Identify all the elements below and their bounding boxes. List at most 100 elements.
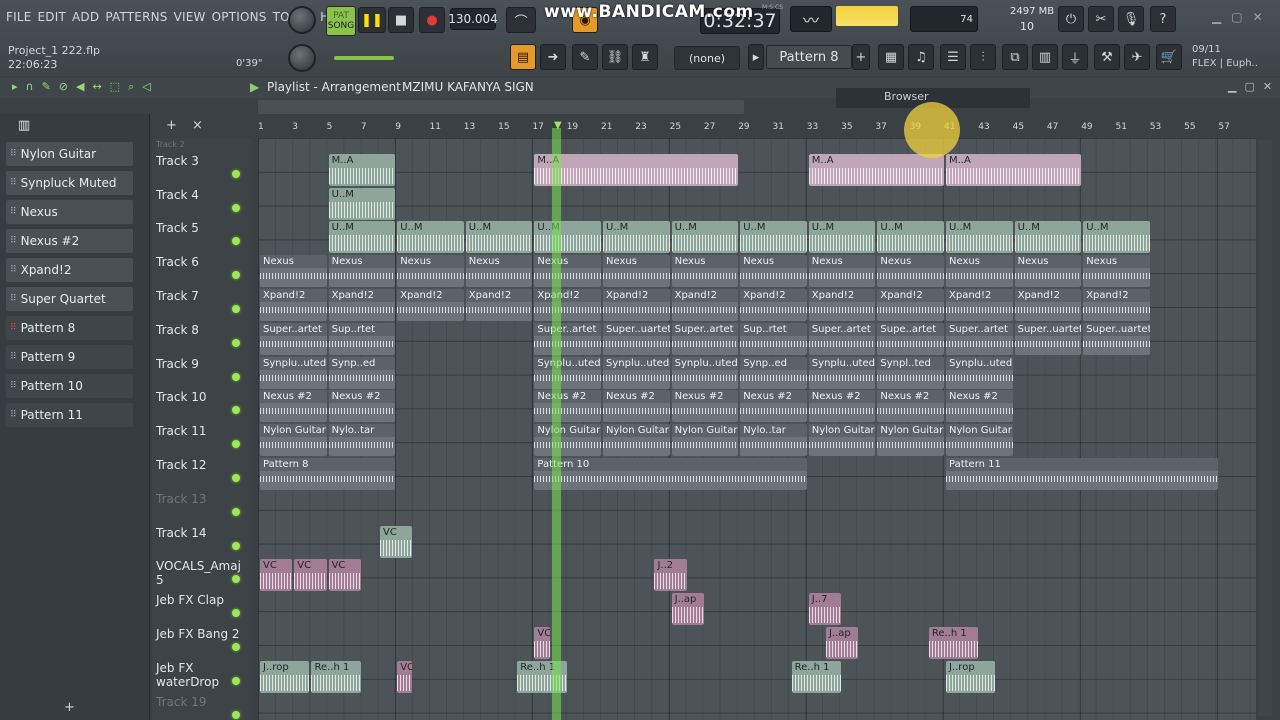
pattern-clip[interactable]: Super..artet [534, 322, 601, 355]
channel-item[interactable]: ⠿ Pattern 11 [6, 403, 133, 427]
audio-clip[interactable]: U..M [1014, 221, 1082, 254]
track-mute-led[interactable] [232, 507, 240, 516]
playhead-marker-icon[interactable]: ▼ [554, 120, 562, 131]
pattern-clip[interactable]: Super..uartet [1083, 322, 1150, 355]
audio-clip[interactable]: J..ap [825, 627, 859, 659]
pattern-clip[interactable]: Nexus [465, 255, 533, 288]
audio-clip[interactable]: Re..h 1 [311, 660, 361, 693]
audio-clip[interactable]: U..M [808, 221, 876, 254]
audio-clip[interactable]: U..M [397, 221, 464, 254]
track-mute-led[interactable] [232, 237, 240, 246]
audio-clip[interactable]: VC [328, 559, 361, 592]
pattern-clip[interactable]: Sup..rtet [328, 322, 396, 355]
flex-label[interactable]: FLEX | Euph.. [1192, 58, 1258, 69]
track-mute-led[interactable] [232, 474, 240, 482]
menu-options[interactable]: OPTIONS [212, 10, 267, 28]
track-mute-led[interactable] [232, 440, 240, 449]
pattern-clip[interactable]: Nexus #2 [946, 390, 1013, 423]
playlist-window-controls[interactable]: ▁▢✕ [1228, 80, 1280, 93]
pattern-clip[interactable]: Nexus #2 [603, 390, 670, 423]
track-header[interactable]: Track 9 [152, 353, 248, 387]
metronome-icon[interactable]: ⌒ [506, 7, 536, 33]
channel-item[interactable]: ⠿ Nexus [6, 200, 133, 224]
online-icon[interactable]: ⏻ [1058, 6, 1084, 32]
pattern-clip[interactable]: Nylon Guitar [603, 424, 670, 457]
track-mute-led[interactable] [232, 710, 240, 719]
brush-icon[interactable]: ✎ [572, 44, 598, 70]
vertical-scrollbar[interactable] [1258, 140, 1272, 716]
pattern-clip[interactable]: Synp..ed [740, 356, 807, 389]
stamp-icon[interactable]: ♜ [632, 44, 658, 70]
audio-clip[interactable]: M..A [534, 153, 739, 186]
audio-clip[interactable]: J..2 [654, 559, 687, 592]
audio-clip[interactable]: U..M [328, 187, 396, 220]
wrench-icon[interactable]: ⚒ [1094, 44, 1120, 70]
track-mute-led[interactable] [232, 676, 240, 685]
snap-selector[interactable]: (none) [674, 46, 740, 70]
pattern-clip[interactable]: Synplu..uted [808, 356, 876, 389]
track-header[interactable]: Track 6 [152, 251, 248, 285]
tools-icon[interactable]: ✂ [1088, 6, 1114, 32]
pattern-clip[interactable]: Synplu..uted [671, 356, 739, 389]
channel-item[interactable]: ⠿ Synpluck Muted [6, 171, 133, 195]
help-icon[interactable]: ? [1150, 6, 1176, 32]
pattern-clip[interactable]: Nexus #2 [877, 390, 944, 423]
pattern-clip[interactable]: Nexus [1083, 255, 1150, 288]
playlist-icon[interactable]: ▤ [510, 44, 536, 70]
track-header[interactable]: Jeb FX waterDrop [152, 657, 248, 691]
pattern-clip[interactable]: Super..artet [671, 322, 739, 355]
pattern-clip[interactable]: Super..artet [808, 322, 876, 355]
menu-edit[interactable]: EDIT [38, 10, 67, 28]
track-mute-led[interactable] [232, 305, 240, 313]
track-header[interactable]: Jeb FX Bang 2 [152, 623, 248, 657]
close-icon[interactable]: × [192, 118, 203, 133]
pattern-clip[interactable]: Synplu..uted [603, 356, 670, 389]
menu-add[interactable]: ADD [72, 10, 99, 28]
audio-clip[interactable]: VC [260, 559, 293, 592]
track-mute-led[interactable] [232, 575, 240, 584]
pattern-clip[interactable]: Xpand!2 [534, 289, 601, 321]
pause-button[interactable]: ❚❚ [358, 7, 386, 33]
browser-icon[interactable]: ▥ [1032, 44, 1058, 70]
pattern-clip[interactable]: Nexus [603, 255, 670, 288]
pattern-clip[interactable]: Nexus [534, 255, 601, 288]
master-volume-slider[interactable] [334, 56, 394, 60]
pattern-selector[interactable]: Pattern 8 [766, 45, 852, 69]
track-mute-led[interactable] [232, 372, 240, 381]
channel-item[interactable]: ⠿ Nylon Guitar [6, 142, 133, 166]
audio-clip[interactable]: Re..h 1 [791, 660, 842, 693]
pattern-clip[interactable]: Super..artet [260, 322, 327, 355]
pattern-clip[interactable]: Nylon Guitar [671, 424, 739, 457]
pattern-clip[interactable]: Nylon Guitar [260, 424, 327, 457]
pattern-clip[interactable]: Xpand!2 [1083, 289, 1150, 321]
pattern-clip[interactable]: Supe..artet [877, 322, 944, 355]
pattern-clip[interactable]: Xpand!2 [603, 289, 670, 321]
channel-item[interactable]: ⠿ Nexus #2 [6, 229, 133, 253]
channel-item[interactable]: ⠿ Pattern 8 [6, 316, 133, 340]
pattern-clip[interactable]: Nylon Guitar [808, 424, 876, 457]
pattern-clip[interactable]: Super..artet [946, 322, 1013, 355]
pattern-clip[interactable]: Nexus [946, 255, 1013, 288]
audio-clip[interactable]: Re..h 1 [928, 627, 979, 659]
channel-item[interactable]: ⠿ Xpand!2 [6, 258, 133, 282]
track-header[interactable]: Track 3 [152, 150, 248, 184]
audio-clip[interactable]: J..rop [946, 660, 996, 693]
pattern-clip[interactable]: Nexus [328, 255, 396, 288]
pattern-clip[interactable]: Xpand!2 [397, 289, 464, 321]
track-mute-led[interactable] [232, 541, 240, 550]
pattern-clip[interactable]: Xpand!2 [808, 289, 876, 321]
channel-item[interactable]: ⠿ Pattern 9 [6, 345, 133, 369]
track-mute-led[interactable] [232, 338, 240, 347]
audio-clip[interactable]: U..M [946, 221, 1013, 254]
pattern-clip[interactable]: Nexus #2 [808, 390, 876, 423]
pattern-clip[interactable]: Nexus [808, 255, 876, 288]
track-mute-led[interactable] [232, 271, 240, 280]
pattern-clip[interactable]: Nexus [260, 255, 327, 288]
audio-clip[interactable]: VC [534, 627, 550, 659]
microphone-icon[interactable]: 🎙 [1118, 6, 1144, 32]
pattern-clip[interactable]: Pattern 10 [534, 458, 807, 490]
pattern-clip[interactable]: Synplu..uted [260, 356, 327, 389]
audio-clip[interactable]: M..A [946, 153, 1082, 186]
link-icon[interactable]: ⛓ [602, 44, 628, 70]
pattern-clip[interactable]: Xpand!2 [740, 289, 807, 321]
